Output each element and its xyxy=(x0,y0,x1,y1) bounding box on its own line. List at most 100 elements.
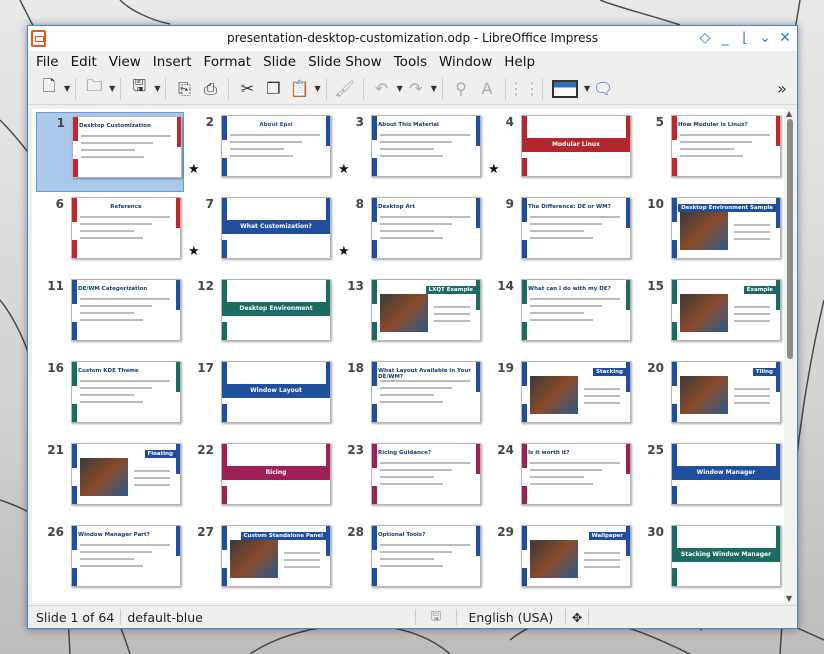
clone-formatting-icon[interactable]: 🖌 xyxy=(332,76,358,102)
slide-preview[interactable]: Floating xyxy=(71,443,181,505)
slide-preview[interactable]: Reference xyxy=(71,197,181,259)
slide-preview[interactable]: About Epsi xyxy=(221,115,331,177)
slide-thumbnail[interactable]: 9 The Difference: DE or WM? xyxy=(486,194,634,274)
chevron-down-icon[interactable]: ⌄ xyxy=(755,29,775,47)
slide-thumbnail[interactable]: 23 Ricing Guidance? xyxy=(336,440,484,520)
new-document-button[interactable]: 🗋 xyxy=(36,76,62,102)
slide-preview[interactable]: DE/WM Categorization xyxy=(71,279,181,341)
slide-preview[interactable]: Window Manager Customization xyxy=(671,443,781,505)
menu-slide-show[interactable]: Slide Show xyxy=(302,54,388,70)
slide-preview[interactable]: Desktop Environment Sample xyxy=(671,197,781,259)
slide-thumbnail[interactable]: 21 Floating xyxy=(36,440,184,520)
slide-thumbnail[interactable]: 29 Wallpaper xyxy=(486,522,634,602)
slide-preview[interactable]: Window Layout xyxy=(221,361,331,423)
slide-preview[interactable]: Ricing xyxy=(221,443,331,505)
toolbar-overflow-icon[interactable]: » xyxy=(769,76,795,102)
display-views-dropdown[interactable]: ▼ xyxy=(582,76,590,102)
keep-above-icon[interactable]: ◇ xyxy=(695,29,715,47)
vertical-scrollbar[interactable]: ▲ ▼ xyxy=(784,109,797,603)
slide-thumbnail[interactable]: 30 Stacking Window Manager xyxy=(636,522,784,602)
slide-thumbnail[interactable]: 17 Window Layout xyxy=(186,358,334,438)
save-icon[interactable]: 🖫 xyxy=(126,76,152,102)
slide-thumbnail[interactable]: 5 How Modular is Linux? xyxy=(636,112,784,192)
master-slide-name[interactable]: default-blue xyxy=(121,610,209,625)
copy-icon[interactable]: ❐ xyxy=(260,76,286,102)
language-status[interactable]: English (USA) xyxy=(457,610,565,625)
menu-edit[interactable]: Edit xyxy=(65,54,103,70)
display-views-button[interactable] xyxy=(548,76,582,102)
cut-icon[interactable]: ✂ xyxy=(234,76,260,102)
slide-thumbnail[interactable]: 1 Desktop Customization xyxy=(36,112,184,192)
paste-dropdown[interactable]: ▼ xyxy=(312,76,320,102)
open-folder-icon[interactable]: 🗀 xyxy=(81,76,107,102)
slide-thumbnail[interactable]: 16 Custom KDE Theme xyxy=(36,358,184,438)
slide-thumbnail[interactable]: 4 ★ Modular Linux xyxy=(486,112,634,192)
minimize-icon[interactable]: _ xyxy=(715,29,735,47)
slide-preview[interactable]: Is it worth it? xyxy=(521,443,631,505)
slide-thumbnail[interactable]: 22 Ricing xyxy=(186,440,334,520)
menu-help[interactable]: Help xyxy=(498,54,541,70)
print-icon[interactable]: ⎙ xyxy=(197,76,223,102)
close-icon[interactable]: ✕ xyxy=(775,29,795,47)
selection-mode-icon[interactable]: ✥ xyxy=(566,610,588,625)
slide-thumbnail[interactable]: 3 ★ About This Material xyxy=(336,112,484,192)
slide-thumbnail[interactable]: 6 Reference xyxy=(36,194,184,274)
slide-preview[interactable]: What Customization? xyxy=(221,197,331,259)
undo-dropdown[interactable]: ▼ xyxy=(395,76,403,102)
slide-thumbnail[interactable]: 20 Tiling xyxy=(636,358,784,438)
slide-preview[interactable]: Stacking Window Manager xyxy=(671,525,781,587)
menu-view[interactable]: View xyxy=(103,54,147,70)
menu-tools[interactable]: Tools xyxy=(388,54,433,70)
slide-thumbnail[interactable]: 11 DE/WM Categorization xyxy=(36,276,184,356)
slide-preview[interactable]: Stacking xyxy=(521,361,631,423)
find-replace-icon[interactable]: ⚲ xyxy=(448,76,474,102)
slide-preview[interactable]: Window Manager Part? xyxy=(71,525,181,587)
comment-icon[interactable]: 🗨 xyxy=(590,76,616,102)
slide-thumbnail[interactable]: 25 Window Manager Customization xyxy=(636,440,784,520)
slide-preview[interactable]: The Difference: DE or WM? xyxy=(521,197,631,259)
slide-thumbnail[interactable]: 28 Optional Tools? xyxy=(336,522,484,602)
open-dropdown[interactable]: ▼ xyxy=(107,76,115,102)
slide-thumbnail[interactable]: 10 Desktop Environment Sample xyxy=(636,194,784,274)
new-dropdown[interactable]: ▼ xyxy=(62,76,70,102)
slide-thumbnail[interactable]: 14 What can I do with my DE? xyxy=(486,276,634,356)
redo-dropdown[interactable]: ▼ xyxy=(429,76,437,102)
menu-file[interactable]: File xyxy=(30,54,65,70)
slide-thumbnail[interactable]: 15 Example xyxy=(636,276,784,356)
scrollbar-thumb[interactable] xyxy=(787,119,793,359)
menu-window[interactable]: Window xyxy=(433,54,498,70)
scroll-up-icon[interactable]: ▲ xyxy=(786,109,792,118)
slide-preview[interactable]: Ricing Guidance? xyxy=(371,443,481,505)
export-pdf-icon[interactable]: ⎘ xyxy=(171,76,197,102)
slide-thumbnail[interactable]: 2 ★ About Epsi xyxy=(186,112,334,192)
slide-thumbnail[interactable]: 18 What Layout Available in Your DE/WM? xyxy=(336,358,484,438)
slide-thumbnail[interactable]: 27 Custom Standalone Panel xyxy=(186,522,334,602)
slide-preview[interactable]: What Layout Available in Your DE/WM? xyxy=(371,361,481,423)
slide-preview[interactable]: Desktop Art xyxy=(371,197,481,259)
slide-preview[interactable]: Desktop Environment Customization xyxy=(221,279,331,341)
slide-thumbnail[interactable]: 8 ★ Desktop Art xyxy=(336,194,484,274)
shade-icon[interactable]: ⌊ xyxy=(735,29,755,47)
redo-icon[interactable]: ↷ xyxy=(403,76,429,102)
slide-preview[interactable]: Wallpaper xyxy=(521,525,631,587)
slide-thumbnail[interactable]: 26 Window Manager Part? xyxy=(36,522,184,602)
slide-preview[interactable]: Tiling xyxy=(671,361,781,423)
slide-thumbnail[interactable]: 13 LXQT Example xyxy=(336,276,484,356)
spelling-icon[interactable]: A xyxy=(474,76,500,102)
slide-preview[interactable]: Example xyxy=(671,279,781,341)
menu-slide[interactable]: Slide xyxy=(257,54,302,70)
paste-icon[interactable]: 📋 xyxy=(286,76,312,102)
slide-preview[interactable]: How Modular is Linux? xyxy=(671,115,781,177)
document-modified-icon[interactable]: 🖫 xyxy=(416,607,456,628)
save-dropdown[interactable]: ▼ xyxy=(152,76,160,102)
slide-thumbnail[interactable]: 24 Is it worth it? xyxy=(486,440,634,520)
slide-thumbnail[interactable]: 19 Stacking xyxy=(486,358,634,438)
slide-preview[interactable]: Desktop Customization xyxy=(72,116,182,178)
slide-preview[interactable]: What can I do with my DE? xyxy=(521,279,631,341)
grid-icon[interactable]: ⋮⋮ xyxy=(508,76,540,102)
slide-preview[interactable]: Modular Linux xyxy=(521,115,631,177)
scroll-down-icon[interactable]: ▼ xyxy=(786,594,792,603)
slide-preview[interactable]: LXQT Example xyxy=(371,279,481,341)
menu-format[interactable]: Format xyxy=(198,54,258,70)
slide-preview[interactable]: About This Material xyxy=(371,115,481,177)
